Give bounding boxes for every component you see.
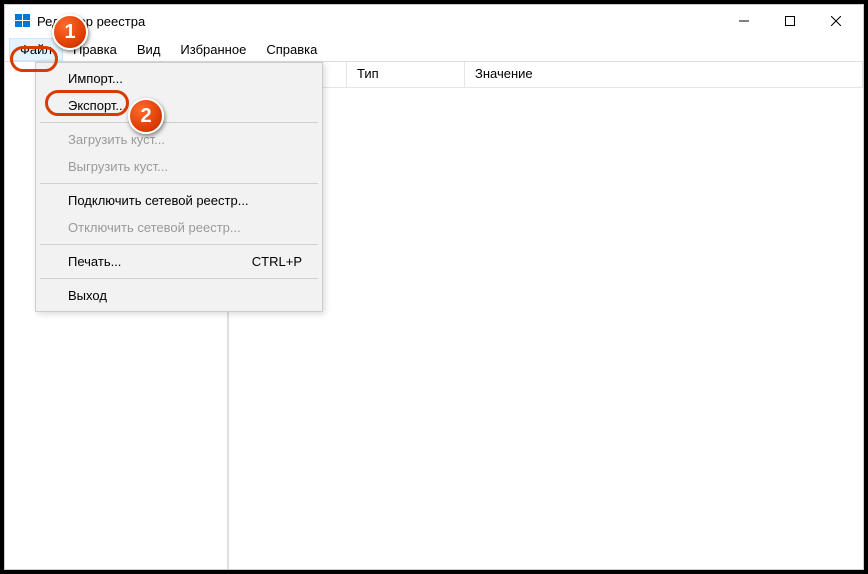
titlebar: Редактор реестра <box>5 5 863 37</box>
file-dropdown: Импорт... Экспорт... Загрузить куст... В… <box>35 62 323 312</box>
menu-import[interactable]: Импорт... <box>38 65 320 92</box>
menu-unload-hive: Выгрузить куст... <box>38 153 320 180</box>
menu-view[interactable]: Вид <box>127 39 171 60</box>
app-window: Редактор реестра Файл Правка Вид Избранн… <box>4 4 864 570</box>
list-header: Имя Тип Значение <box>229 62 863 88</box>
separator <box>40 183 318 184</box>
column-value[interactable]: Значение <box>465 62 863 87</box>
separator <box>40 244 318 245</box>
maximize-button[interactable] <box>767 5 813 37</box>
menu-disconnect-network: Отключить сетевой реестр... <box>38 214 320 241</box>
menu-exit[interactable]: Выход <box>38 282 320 309</box>
menu-export[interactable]: Экспорт... <box>38 92 320 119</box>
annotation-badge-1: 1 <box>52 14 88 50</box>
menubar: Файл Правка Вид Избранное Справка <box>5 37 863 61</box>
menu-print[interactable]: Печать... CTRL+P <box>38 248 320 275</box>
close-button[interactable] <box>813 5 859 37</box>
shortcut-label: CTRL+P <box>252 254 302 269</box>
minimize-button[interactable] <box>721 5 767 37</box>
menu-favorites[interactable]: Избранное <box>170 39 256 60</box>
separator <box>40 278 318 279</box>
content-area: Имя Тип Значение Импорт... Экспорт... За… <box>5 61 863 569</box>
menu-load-hive: Загрузить куст... <box>38 126 320 153</box>
list-panel: Имя Тип Значение <box>229 62 863 569</box>
annotation-badge-2: 2 <box>128 98 164 134</box>
separator <box>40 122 318 123</box>
column-type[interactable]: Тип <box>347 62 465 87</box>
app-icon <box>15 13 31 29</box>
menu-connect-network[interactable]: Подключить сетевой реестр... <box>38 187 320 214</box>
menu-help[interactable]: Справка <box>256 39 327 60</box>
